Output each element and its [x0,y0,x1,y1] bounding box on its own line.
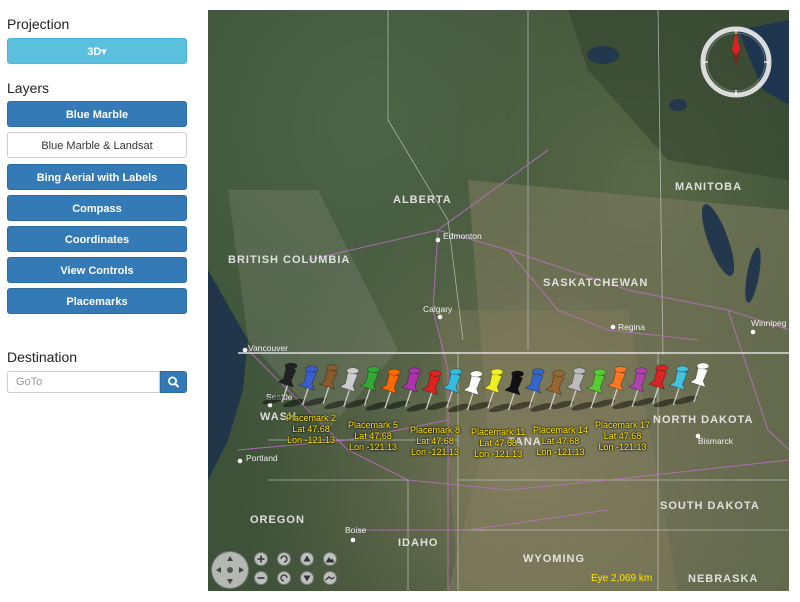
pan-arrows-icon [216,556,244,584]
city-bismarck: Bismarck [698,436,734,446]
city-regina: Regina [618,322,645,332]
city-vancouver: Vancouver [248,343,288,353]
minus-icon [257,577,265,579]
compass[interactable] [698,24,774,100]
placemark-label-2: Placemark 2 Lat 47.68 Lon -121.13 [286,413,337,445]
label-south-dakota: SOUTH DAKOTA [660,500,760,512]
layer-coordinates-button[interactable]: Coordinates [7,226,187,252]
destination-heading: Destination [7,349,78,365]
placemark-label-11: Placemark 11 Lat 47.68 Lon -121.13 [471,427,526,459]
zoom-in-button[interactable] [254,552,268,566]
label-saskatchewan: SASKATCHEWAN [543,277,648,289]
layer-blue-marble-landsat-button[interactable]: Blue Marble & Landsat [7,132,187,158]
label-north-dakota: NORTH DAKOTA [653,414,753,426]
zoom-out-button[interactable] [254,571,268,585]
pan-control[interactable] [211,551,249,589]
exaggeration-up-button[interactable] [323,552,337,566]
layer-bing-aerial-button[interactable]: Bing Aerial with Labels [7,164,187,190]
goto-input[interactable]: GoTo [7,371,160,393]
rotate-right-button[interactable] [277,571,291,585]
globe-map-canvas[interactable]: ALBERTA BRITISH COLUMBIA SASKATCHEWAN MA… [208,10,789,591]
placemark-label-8: Placemark 8 Lat 47.68 Lon -121.13 [410,425,461,457]
city-boise: Boise [345,525,367,535]
tilt-up-button[interactable] [300,552,314,566]
rotate-icon [280,555,288,563]
mountain-up-icon [325,557,335,563]
city-winnipeg: Winnipeg [751,318,787,328]
layer-compass-button[interactable]: Compass [7,195,187,221]
layer-view-controls-button[interactable]: View Controls [7,257,187,283]
projection-dropdown-button[interactable]: 3D▾ [7,38,187,64]
sidebar: Projection 3D▾ Layers Blue Marble Blue M… [0,0,200,602]
label-manitoba: MANITOBA [675,181,742,193]
placemark-label-17: Placemark 17 Lat 47.68 Lon -121.13 [595,420,651,452]
tilt-down-icon [303,575,311,582]
exaggeration-down-button[interactable] [323,571,337,585]
tilt-up-icon [303,555,311,562]
tilt-down-button[interactable] [300,571,314,585]
plus-icon [257,555,265,563]
placemark-label-5: Placemark 5 Lat 47.68 Lon -121.13 [348,420,399,452]
layer-placemarks-button[interactable]: Placemarks [7,288,187,314]
label-wyoming: WYOMING [523,553,585,565]
label-idaho: IDAHO [398,537,438,549]
city-portland: Portland [246,453,278,463]
label-british-columbia: BRITISH COLUMBIA [228,254,350,266]
goto-search-button[interactable] [160,371,187,393]
label-oregon: OREGON [250,514,305,526]
placemark-label-14: Placemark 14 Lat 47.68 Lon -121.13 [533,425,589,457]
mountain-down-icon [325,576,335,581]
rotate-left-button[interactable] [277,552,291,566]
layers-heading: Layers [7,80,50,96]
city-calgary: Calgary [423,304,453,314]
rotate-reverse-icon [280,574,288,582]
label-nebraska: NEBRASKA [688,573,758,585]
city-edmonton: Edmonton [443,231,482,241]
search-icon [168,376,179,388]
projection-heading: Projection [7,16,70,32]
eye-altitude-readout: Eye 2,069 km [591,573,653,584]
layer-blue-marble-button[interactable]: Blue Marble [7,101,187,127]
label-alberta: ALBERTA [393,194,452,206]
